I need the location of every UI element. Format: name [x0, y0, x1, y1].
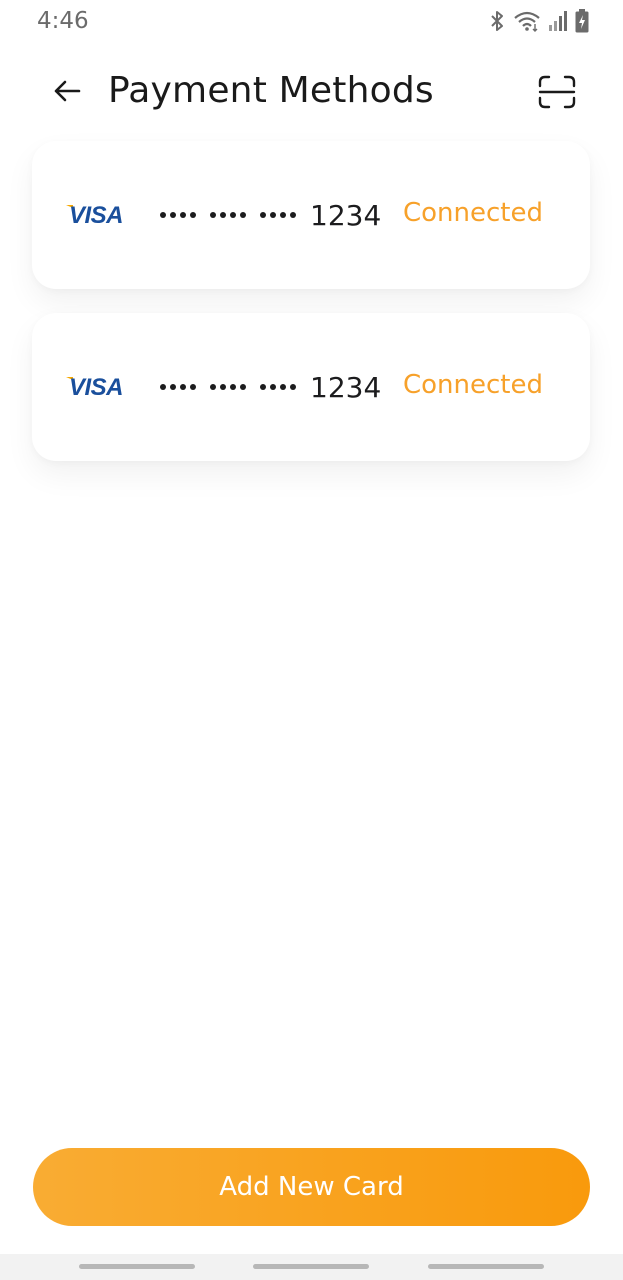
card-status: Connected [402, 198, 543, 228]
wifi-icon [514, 11, 540, 32]
card-brand: VISA [69, 202, 123, 227]
status-bar: 4:46 [0, 0, 623, 44]
scan-button[interactable] [535, 70, 579, 114]
payment-card[interactable]: VISA 1234 Connected [32, 141, 590, 289]
visa-logo-icon: VISA [66, 374, 124, 399]
bluetooth-icon [491, 11, 503, 31]
masked-digits [160, 212, 296, 218]
back-button[interactable] [46, 70, 88, 112]
visa-logo-icon: VISA [66, 202, 124, 227]
card-brand: VISA [69, 374, 123, 399]
nav-recents-handle[interactable] [79, 1264, 195, 1269]
card-number: 1234 [160, 195, 381, 235]
card-last4: 1234 [310, 198, 382, 232]
signal-icon [549, 11, 567, 31]
status-time: 4:46 [37, 8, 89, 34]
navigation-bar [0, 1254, 623, 1280]
add-new-card-button[interactable]: Add New Card [33, 1148, 590, 1226]
card-last4: 1234 [310, 370, 382, 404]
scan-frame-icon [538, 75, 576, 109]
header: Payment Methods [0, 62, 623, 122]
card-status: Connected [402, 370, 543, 400]
battery-charging-icon [575, 9, 589, 33]
page-title: Payment Methods [108, 70, 434, 111]
add-new-card-label: Add New Card [219, 1172, 404, 1202]
nav-back-handle[interactable] [428, 1264, 544, 1269]
payment-card[interactable]: VISA 1234 Connected [32, 313, 590, 461]
card-number: 1234 [160, 367, 381, 407]
arrow-left-icon [54, 80, 81, 102]
masked-digits [160, 384, 296, 390]
status-icons [488, 8, 589, 34]
nav-home-handle[interactable] [253, 1264, 369, 1269]
